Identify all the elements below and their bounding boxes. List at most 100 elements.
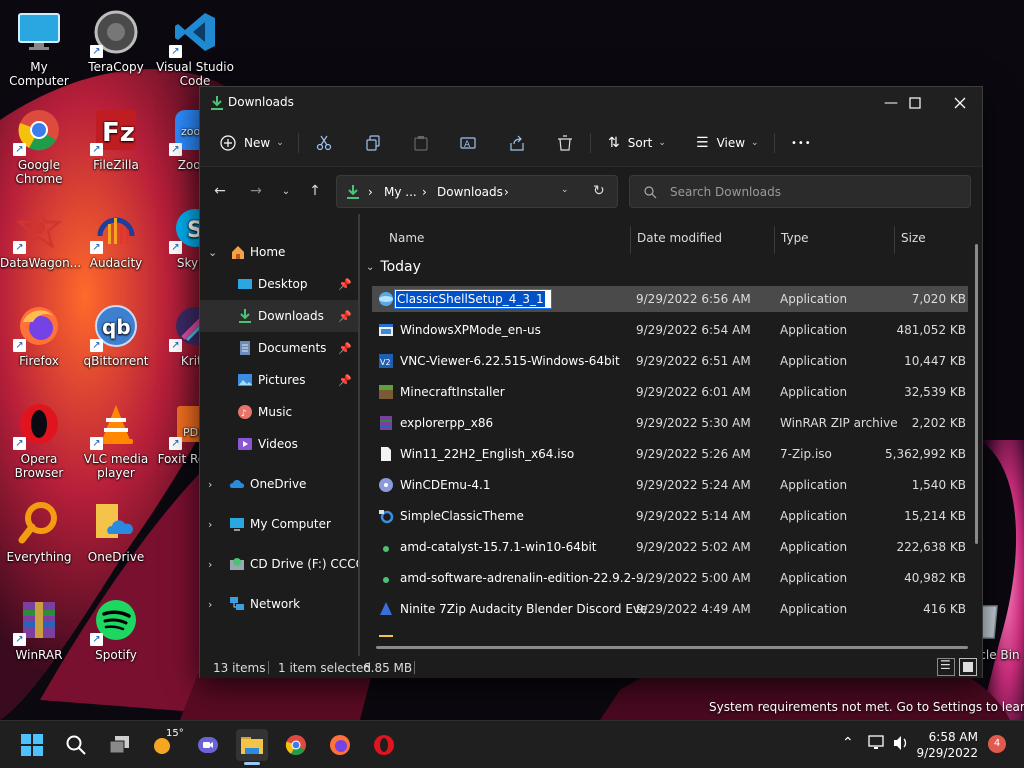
recent-locations-button[interactable]: ⌄ bbox=[274, 179, 298, 203]
cut-button[interactable] bbox=[316, 131, 332, 155]
nav-item-music[interactable]: ♪ Music bbox=[200, 396, 358, 428]
chevron-right-icon[interactable]: › bbox=[208, 558, 212, 571]
nav-item-desktop[interactable]: Desktop 📌 bbox=[200, 268, 358, 300]
paste-button[interactable] bbox=[413, 131, 429, 155]
file-explorer-taskbar-button[interactable] bbox=[236, 729, 268, 765]
column-divider[interactable] bbox=[774, 226, 775, 254]
notification-badge[interactable]: 4 bbox=[988, 735, 1006, 753]
clock[interactable]: 6:58 AM 9/29/2022 bbox=[914, 729, 978, 761]
new-button[interactable]: New ⌄ bbox=[220, 131, 284, 155]
desktop-icon-onedrive[interactable]: OneDrive bbox=[77, 498, 155, 564]
disc-drive-icon bbox=[230, 558, 244, 570]
nav-item-network[interactable]: › Network bbox=[200, 588, 358, 620]
title-bar[interactable]: Downloads — bbox=[200, 87, 982, 119]
desktop-icon-qbittorrent[interactable]: qb ↗ qBittorrent bbox=[77, 302, 155, 368]
task-view-button[interactable] bbox=[104, 729, 136, 761]
nav-item-cd-drive[interactable]: › CD Drive (F:) CCCOMA_X64FRE_EN-US_DV9 bbox=[200, 548, 358, 580]
file-explorer-window[interactable]: Downloads — New ⌄ A ⇅ Sort ⌄ ☰ View ⌄ ••… bbox=[199, 86, 983, 678]
nav-item-onedrive[interactable]: › OneDrive bbox=[200, 468, 358, 500]
details-view-button[interactable]: ☰ bbox=[937, 658, 955, 676]
desktop-icon-chrome[interactable]: ↗ Google Chrome bbox=[0, 106, 78, 186]
back-button[interactable]: ← bbox=[208, 179, 232, 203]
up-button[interactable]: ↑ bbox=[303, 179, 327, 203]
file-row[interactable]: explorerpp_x86 9/29/2022 5:30 AM WinRAR … bbox=[372, 410, 968, 436]
more-options-button[interactable]: ••• bbox=[791, 131, 812, 155]
view-button[interactable]: ☰ View ⌄ bbox=[696, 131, 759, 155]
file-row[interactable]: WinCDEmu-4.1 9/29/2022 5:24 AM Applicati… bbox=[372, 472, 968, 498]
forward-button[interactable]: → bbox=[244, 179, 268, 203]
delete-button[interactable] bbox=[557, 131, 573, 155]
column-divider[interactable] bbox=[894, 226, 895, 254]
home-icon bbox=[232, 246, 244, 259]
copy-button[interactable] bbox=[365, 131, 381, 155]
maximize-button[interactable] bbox=[892, 87, 938, 119]
chevron-right-icon[interactable]: › bbox=[208, 478, 212, 491]
column-header-type[interactable]: Type bbox=[781, 231, 809, 245]
start-button[interactable] bbox=[16, 729, 48, 761]
chrome-taskbar-button[interactable] bbox=[280, 729, 312, 761]
teams-chat-button[interactable] bbox=[192, 729, 224, 761]
rename-input[interactable]: ClassicShellSetup_4_3_1 bbox=[394, 289, 552, 309]
column-divider[interactable] bbox=[630, 226, 631, 254]
desktop-icon-teracopy[interactable]: ↗ TeraCopy bbox=[77, 8, 155, 74]
file-row[interactable]: SimpleClassicTheme 9/29/2022 5:14 AM App… bbox=[372, 503, 968, 529]
vertical-scrollbar[interactable] bbox=[975, 244, 978, 544]
desktop-icon-vlc[interactable]: ↗ VLC media player bbox=[77, 400, 155, 480]
refresh-icon[interactable]: ↻ bbox=[593, 183, 605, 199]
close-button[interactable] bbox=[937, 87, 983, 119]
desktop-icon-firefox[interactable]: ↗ Firefox bbox=[0, 302, 78, 368]
chevron-right-icon[interactable]: › bbox=[208, 518, 212, 531]
show-hidden-icons-chevron[interactable]: ⌃ bbox=[842, 735, 854, 751]
column-header-size[interactable]: Size bbox=[901, 231, 926, 245]
sort-button[interactable]: ⇅ Sort ⌄ bbox=[608, 131, 666, 155]
column-header-date[interactable]: Date modified bbox=[637, 231, 722, 245]
nav-item-my-computer[interactable]: › My Computer bbox=[200, 508, 358, 540]
horizontal-scrollbar[interactable] bbox=[376, 646, 968, 649]
desktop-icon-vscode[interactable]: ↗ Visual Studio Code bbox=[156, 8, 234, 88]
address-bar[interactable]: › My ... › Downloads › ⌄ ↻ bbox=[336, 175, 618, 208]
column-header-name[interactable]: Name bbox=[389, 231, 424, 245]
network-icon[interactable] bbox=[868, 735, 886, 755]
file-row-partial[interactable] bbox=[372, 627, 968, 637]
firefox-taskbar-button[interactable] bbox=[324, 729, 356, 761]
file-row[interactable]: MinecraftInstaller 9/29/2022 6:01 AM App… bbox=[372, 379, 968, 405]
file-row[interactable]: V2 VNC-Viewer-6.22.515-Windows-64bit 9/2… bbox=[372, 348, 968, 374]
breadcrumb-downloads[interactable]: Downloads bbox=[437, 185, 503, 199]
desktop-icon-filezilla[interactable]: Fz ↗ FileZilla bbox=[77, 106, 155, 172]
search-box[interactable]: Search Downloads bbox=[629, 175, 971, 208]
file-row[interactable]: Win11_22H2_English_x64.iso 9/29/2022 5:2… bbox=[372, 441, 968, 467]
file-row[interactable]: amd-software-adrenalin-edition-22.9.2-..… bbox=[372, 565, 968, 591]
file-row[interactable]: Ninite 7Zip Audacity Blender Discord Eve… bbox=[372, 596, 968, 622]
desktop-icon-spotify[interactable]: ↗ Spotify bbox=[77, 596, 155, 662]
tiles-view-button[interactable] bbox=[959, 658, 977, 676]
wincdemu-icon bbox=[379, 478, 393, 492]
opera-taskbar-button[interactable] bbox=[368, 729, 400, 761]
desktop-icon-datawagon[interactable]: ↗ DataWagon... bbox=[0, 204, 81, 270]
desktop-icon-everything[interactable]: Everything bbox=[0, 498, 78, 564]
search-button[interactable] bbox=[60, 729, 92, 761]
nav-item-downloads[interactable]: Downloads 📌 bbox=[200, 300, 358, 332]
volume-icon[interactable] bbox=[892, 735, 910, 755]
chevron-right-icon[interactable]: › bbox=[208, 598, 212, 611]
desktop-icon-opera[interactable]: ↗ Opera Browser bbox=[0, 400, 78, 480]
nav-label: Desktop bbox=[258, 277, 308, 291]
nav-item-home[interactable]: ⌄ Home bbox=[200, 236, 358, 268]
rename-button[interactable]: A bbox=[460, 131, 476, 155]
widgets-button[interactable]: 15° bbox=[148, 728, 184, 761]
desktop-icon-my-computer[interactable]: My Computer bbox=[0, 8, 78, 88]
breadcrumb-my-computer[interactable]: My ... bbox=[384, 185, 417, 199]
nav-item-videos[interactable]: Videos bbox=[200, 428, 358, 460]
file-name: WinCDEmu-4.1 bbox=[400, 478, 491, 492]
navigation-pane-divider[interactable] bbox=[358, 214, 360, 656]
file-row[interactable]: WindowsXPMode_en-us 9/29/2022 6:54 AM Ap… bbox=[372, 317, 968, 343]
file-row[interactable]: amd-catalyst-15.7.1-win10-64bit 9/29/202… bbox=[372, 534, 968, 560]
group-header-today[interactable]: ⌄ Today bbox=[366, 259, 421, 275]
desktop-icon-winrar[interactable]: ↗ WinRAR bbox=[0, 596, 78, 662]
chevron-down-icon[interactable]: ⌄ bbox=[208, 246, 217, 259]
file-row[interactable]: ClassicShellSetup_4_3_1 9/29/2022 6:56 A… bbox=[372, 286, 968, 312]
nav-item-pictures[interactable]: Pictures 📌 bbox=[200, 364, 358, 396]
desktop-icon-audacity[interactable]: ↗ Audacity bbox=[77, 204, 155, 270]
chevron-down-icon[interactable]: ⌄ bbox=[561, 185, 569, 195]
nav-item-documents[interactable]: Documents 📌 bbox=[200, 332, 358, 364]
share-button[interactable] bbox=[509, 131, 525, 155]
